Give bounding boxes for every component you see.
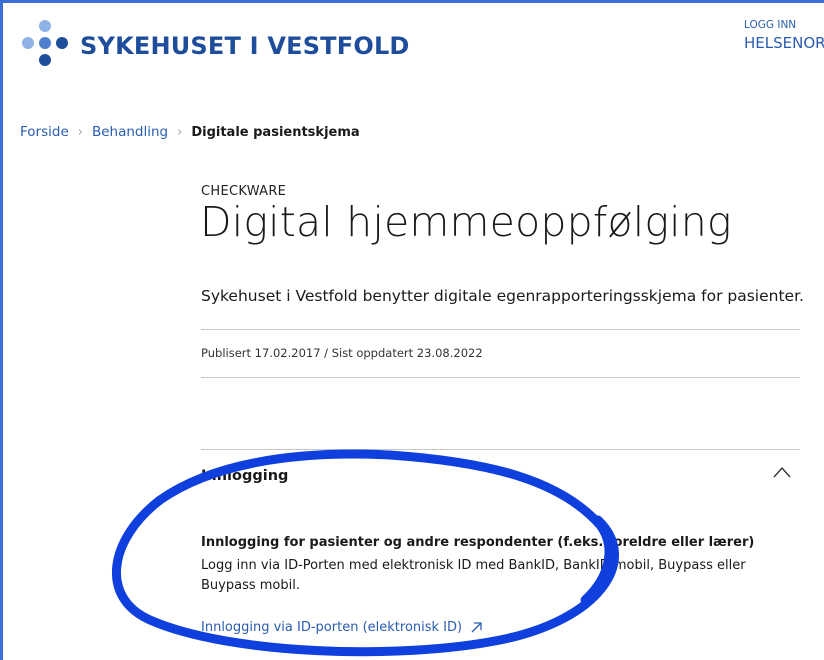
breadcrumb-current: Digitale pasientskjema <box>191 124 360 140</box>
id-porten-link-label: Innlogging via ID-porten (elektronisk ID… <box>201 620 463 635</box>
accordion-body: Logg inn via ID-Porten med elektronisk I… <box>201 558 746 593</box>
site-logo[interactable]: SYKEHUSET I VESTFOLD <box>22 20 410 72</box>
external-link-icon <box>471 622 482 633</box>
publish-meta: Publisert 17.02.2017 / Sist oppdatert 23… <box>201 346 483 360</box>
accordion-top-border <box>201 449 800 450</box>
article-ingress: Sykehuset i Vestfold benytter digitale e… <box>201 287 804 305</box>
accordion-title[interactable]: Innlogging <box>201 468 288 484</box>
window-border-left <box>0 0 3 660</box>
breadcrumb-behandling[interactable]: Behandling <box>92 124 168 140</box>
accordion-subheading: Innlogging for pasienter og andre respon… <box>201 535 755 550</box>
helsenorge-link[interactable]: HELSENOR <box>744 34 824 52</box>
article-kicker: CHECKWARE <box>201 184 287 199</box>
divider <box>201 377 800 378</box>
page-title: Digital hjemmeoppfølging <box>200 198 732 246</box>
chevron-up-icon[interactable] <box>773 466 791 478</box>
breadcrumb: Forside › Behandling › Digitale pasients… <box>20 124 360 140</box>
breadcrumb-forside[interactable]: Forside <box>20 124 69 140</box>
login-link[interactable]: LOGG INN <box>744 19 796 31</box>
brand-name: SYKEHUSET I VESTFOLD <box>80 32 410 60</box>
divider <box>201 329 800 330</box>
chevron-right-icon: › <box>77 124 83 140</box>
logo-dots-icon <box>22 20 74 72</box>
window-border-top <box>0 0 824 3</box>
chevron-right-icon: › <box>177 124 183 140</box>
id-porten-login-link[interactable]: Innlogging via ID-porten (elektronisk ID… <box>201 620 483 635</box>
